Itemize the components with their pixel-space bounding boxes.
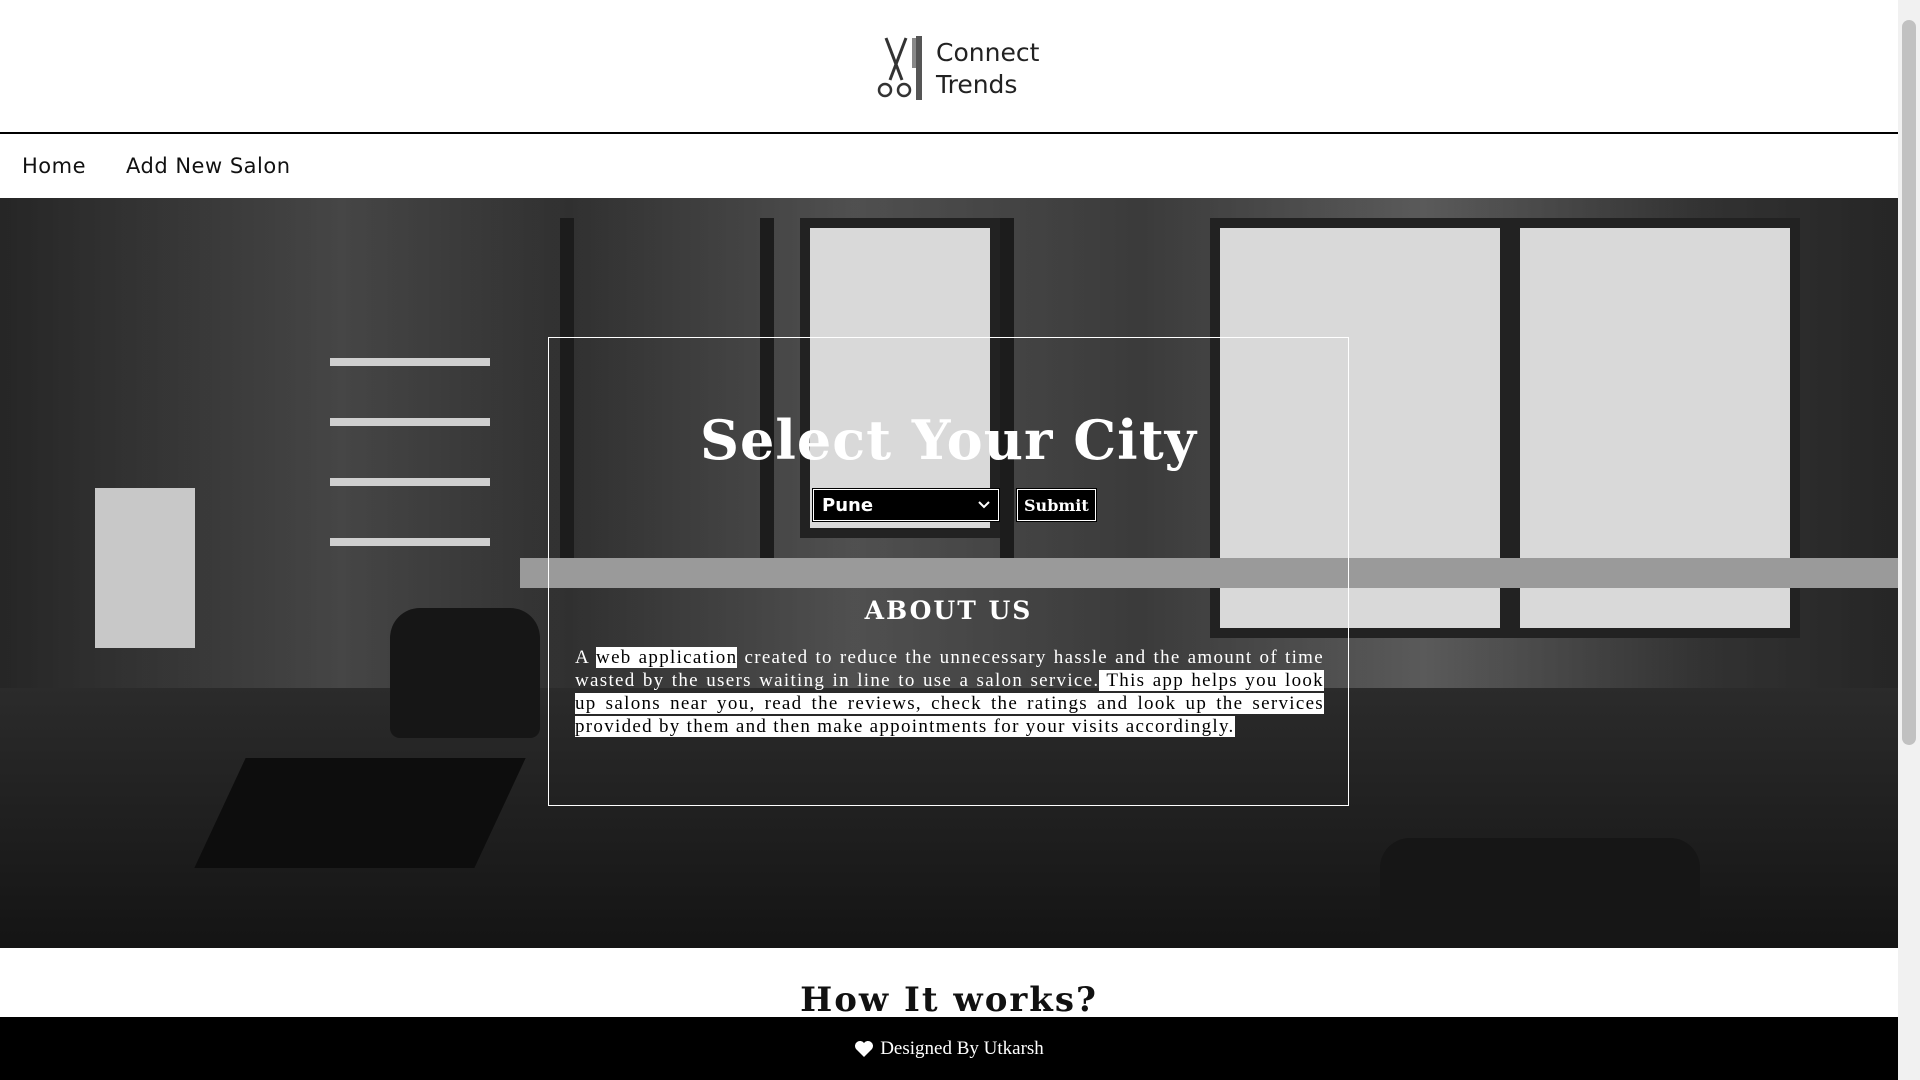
submit-button[interactable]: Submit <box>1016 488 1097 522</box>
brand-name: Connect Trends <box>936 37 1039 101</box>
nav-add-salon-link[interactable]: Add New Salon <box>126 154 291 178</box>
about-us-heading: ABOUT US <box>864 596 1033 625</box>
how-it-works-heading: How It works? <box>800 980 1098 1020</box>
hero-bg-shelf <box>330 418 490 426</box>
hero-bg-chair <box>1380 838 1700 948</box>
main-nav: Home Add New Salon <box>0 134 1898 198</box>
brand-logo[interactable]: Connect Trends <box>876 34 1056 104</box>
footer-credit: Designed By Utkarsh <box>880 1037 1044 1059</box>
hero-bg-chair <box>390 608 540 738</box>
vertical-scrollbar[interactable] <box>1898 0 1920 1080</box>
city-select-value: Pune <box>822 494 874 516</box>
chevron-down-icon <box>978 501 990 509</box>
about-text-highlight: web application <box>596 647 738 668</box>
city-select[interactable]: Pune <box>812 488 1000 522</box>
hero-bg-desk <box>95 488 195 648</box>
city-selection-card: Select Your City Pune Submit ABOUT US A … <box>548 337 1349 806</box>
hero-bg-shelf <box>330 538 490 546</box>
brand-line2: Trends <box>936 70 1018 99</box>
hero-bg-shelf <box>330 478 490 486</box>
about-text-part: A <box>575 647 597 668</box>
hero-bg-mat <box>194 758 526 868</box>
scissors-comb-icon <box>877 36 922 100</box>
scrollbar-thumb[interactable] <box>1902 20 1916 745</box>
select-city-title: Select Your City <box>699 408 1198 472</box>
hero-bg-shelf <box>330 358 490 366</box>
site-footer: Designed By Utkarsh <box>0 1017 1898 1080</box>
city-form: Pune Submit <box>812 488 1097 522</box>
brand-line1: Connect <box>936 38 1040 67</box>
about-us-text: A web application created to reduce the … <box>575 646 1324 738</box>
heart-icon <box>855 1040 874 1057</box>
site-header: Connect Trends <box>0 0 1898 134</box>
nav-home-link[interactable]: Home <box>22 154 86 178</box>
